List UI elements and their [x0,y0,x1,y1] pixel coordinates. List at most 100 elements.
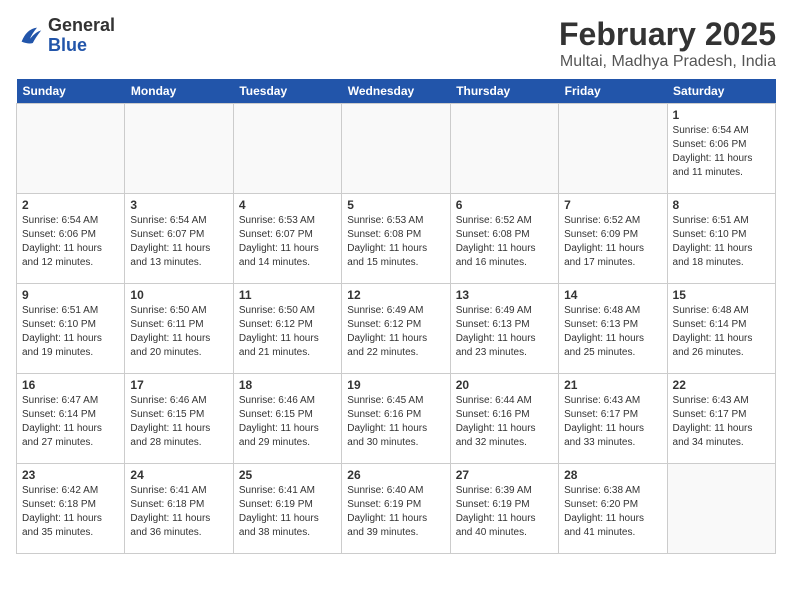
location-title: Multai, Madhya Pradesh, India [559,53,776,71]
day-number: 21 [564,378,661,392]
day-number: 24 [130,468,227,482]
day-number: 27 [456,468,553,482]
day-cell [342,104,450,194]
day-cell: 17 Sunrise: 6:46 AM Sunset: 6:15 PM Dayli… [125,374,233,464]
calendar-body: 1 Sunrise: 6:54 AM Sunset: 6:06 PM Daylig… [17,104,776,554]
day-info: Sunrise: 6:53 AM Sunset: 6:08 PM Dayligh… [347,214,444,270]
day-number: 10 [130,288,227,302]
header-row: SundayMondayTuesdayWednesdayThursdayFrid… [17,79,776,104]
day-cell: 25 Sunrise: 6:41 AM Sunset: 6:19 PM Dayli… [233,464,341,554]
day-info: Sunrise: 6:42 AM Sunset: 6:18 PM Dayligh… [22,484,119,540]
day-cell: 18Sunrise: 6:46 AM Sunset: 6:15 PM Dayli… [233,374,341,464]
day-number: 25 [239,468,336,482]
day-info: Sunrise: 6:53 AM Sunset: 6:07 PM Dayligh… [239,214,336,270]
day-cell: 21Sunrise: 6:43 AM Sunset: 6:17 PM Dayli… [559,374,667,464]
day-cell: 9 Sunrise: 6:51 AM Sunset: 6:10 PM Daylig… [17,284,125,374]
day-number: 1 [673,108,770,122]
day-info: Sunrise: 6:43 AM Sunset: 6:17 PM Dayligh… [673,394,770,450]
day-cell: 3Sunrise: 6:54 AM Sunset: 6:07 PM Daylig… [125,194,233,284]
month-title: February 2025 [559,16,776,53]
week-row-3: 16Sunrise: 6:47 AM Sunset: 6:14 PM Dayli… [17,374,776,464]
day-info: Sunrise: 6:48 AM Sunset: 6:14 PM Dayligh… [673,304,770,360]
day-number: 20 [456,378,553,392]
day-number: 7 [564,198,661,212]
day-number: 19 [347,378,444,392]
day-info: Sunrise: 6:50 AM Sunset: 6:11 PM Dayligh… [130,304,227,360]
day-number: 15 [673,288,770,302]
day-info: Sunrise: 6:51 AM Sunset: 6:10 PM Dayligh… [22,304,119,360]
header-day-wednesday: Wednesday [342,79,450,104]
header-day-friday: Friday [559,79,667,104]
day-cell: 8 Sunrise: 6:51 AM Sunset: 6:10 PM Daylig… [667,194,775,284]
header-day-tuesday: Tuesday [233,79,341,104]
day-number: 22 [673,378,770,392]
day-cell: 11 Sunrise: 6:50 AM Sunset: 6:12 PM Dayli… [233,284,341,374]
day-cell: 27Sunrise: 6:39 AM Sunset: 6:19 PM Dayli… [450,464,558,554]
day-info: Sunrise: 6:40 AM Sunset: 6:19 PM Dayligh… [347,484,444,540]
header-day-monday: Monday [125,79,233,104]
day-number: 9 [22,288,119,302]
day-info: Sunrise: 6:41 AM Sunset: 6:18 PM Dayligh… [130,484,227,540]
day-number: 12 [347,288,444,302]
day-number: 8 [673,198,770,212]
day-number: 26 [347,468,444,482]
calendar-header: SundayMondayTuesdayWednesdayThursdayFrid… [17,79,776,104]
calendar-table: SundayMondayTuesdayWednesdayThursdayFrid… [16,79,776,554]
day-info: Sunrise: 6:46 AM Sunset: 6:15 PM Dayligh… [130,394,227,450]
day-number: 5 [347,198,444,212]
day-cell: 15 Sunrise: 6:48 AM Sunset: 6:14 PM Dayli… [667,284,775,374]
day-cell: 23 Sunrise: 6:42 AM Sunset: 6:18 PM Dayli… [17,464,125,554]
day-cell: 19Sunrise: 6:45 AM Sunset: 6:16 PM Dayli… [342,374,450,464]
day-info: Sunrise: 6:47 AM Sunset: 6:14 PM Dayligh… [22,394,119,450]
day-number: 6 [456,198,553,212]
day-number: 23 [22,468,119,482]
day-number: 4 [239,198,336,212]
header-day-saturday: Saturday [667,79,775,104]
header-day-thursday: Thursday [450,79,558,104]
day-info: Sunrise: 6:48 AM Sunset: 6:13 PM Dayligh… [564,304,661,360]
day-cell: 14 Sunrise: 6:48 AM Sunset: 6:13 PM Dayli… [559,284,667,374]
day-info: Sunrise: 6:38 AM Sunset: 6:20 PM Dayligh… [564,484,661,540]
day-info: Sunrise: 6:44 AM Sunset: 6:16 PM Dayligh… [456,394,553,450]
day-cell [233,104,341,194]
week-row-0: 1 Sunrise: 6:54 AM Sunset: 6:06 PM Daylig… [17,104,776,194]
day-number: 14 [564,288,661,302]
day-info: Sunrise: 6:54 AM Sunset: 6:06 PM Dayligh… [22,214,119,270]
week-row-4: 23 Sunrise: 6:42 AM Sunset: 6:18 PM Dayli… [17,464,776,554]
day-info: Sunrise: 6:52 AM Sunset: 6:09 PM Dayligh… [564,214,661,270]
day-info: Sunrise: 6:54 AM Sunset: 6:07 PM Dayligh… [130,214,227,270]
day-number: 28 [564,468,661,482]
day-cell [450,104,558,194]
day-cell: 20 Sunrise: 6:44 AM Sunset: 6:16 PM Dayli… [450,374,558,464]
header-day-sunday: Sunday [17,79,125,104]
day-info: Sunrise: 6:51 AM Sunset: 6:10 PM Dayligh… [673,214,770,270]
day-cell: 1 Sunrise: 6:54 AM Sunset: 6:06 PM Daylig… [667,104,775,194]
day-cell [559,104,667,194]
day-cell: 16Sunrise: 6:47 AM Sunset: 6:14 PM Dayli… [17,374,125,464]
logo-bird-icon [16,22,44,50]
day-number: 17 [130,378,227,392]
day-cell: 26 Sunrise: 6:40 AM Sunset: 6:19 PM Dayli… [342,464,450,554]
logo-text: General Blue [48,16,115,56]
day-cell: 24 Sunrise: 6:41 AM Sunset: 6:18 PM Dayli… [125,464,233,554]
day-cell: 10 Sunrise: 6:50 AM Sunset: 6:11 PM Dayli… [125,284,233,374]
week-row-1: 2Sunrise: 6:54 AM Sunset: 6:06 PM Daylig… [17,194,776,284]
day-info: Sunrise: 6:50 AM Sunset: 6:12 PM Dayligh… [239,304,336,360]
day-cell: 2Sunrise: 6:54 AM Sunset: 6:06 PM Daylig… [17,194,125,284]
day-info: Sunrise: 6:54 AM Sunset: 6:06 PM Dayligh… [673,124,770,180]
logo: General Blue [16,16,115,56]
day-cell: 28 Sunrise: 6:38 AM Sunset: 6:20 PM Dayli… [559,464,667,554]
day-cell: 22 Sunrise: 6:43 AM Sunset: 6:17 PM Dayli… [667,374,775,464]
day-number: 11 [239,288,336,302]
day-number: 13 [456,288,553,302]
day-cell [667,464,775,554]
day-info: Sunrise: 6:46 AM Sunset: 6:15 PM Dayligh… [239,394,336,450]
header: General Blue February 2025 Multai, Madhy… [16,16,776,71]
day-cell: 7 Sunrise: 6:52 AM Sunset: 6:09 PM Daylig… [559,194,667,284]
day-info: Sunrise: 6:49 AM Sunset: 6:13 PM Dayligh… [456,304,553,360]
day-cell [125,104,233,194]
day-info: Sunrise: 6:52 AM Sunset: 6:08 PM Dayligh… [456,214,553,270]
day-cell: 13 Sunrise: 6:49 AM Sunset: 6:13 PM Dayli… [450,284,558,374]
day-cell: 5 Sunrise: 6:53 AM Sunset: 6:08 PM Daylig… [342,194,450,284]
day-info: Sunrise: 6:41 AM Sunset: 6:19 PM Dayligh… [239,484,336,540]
